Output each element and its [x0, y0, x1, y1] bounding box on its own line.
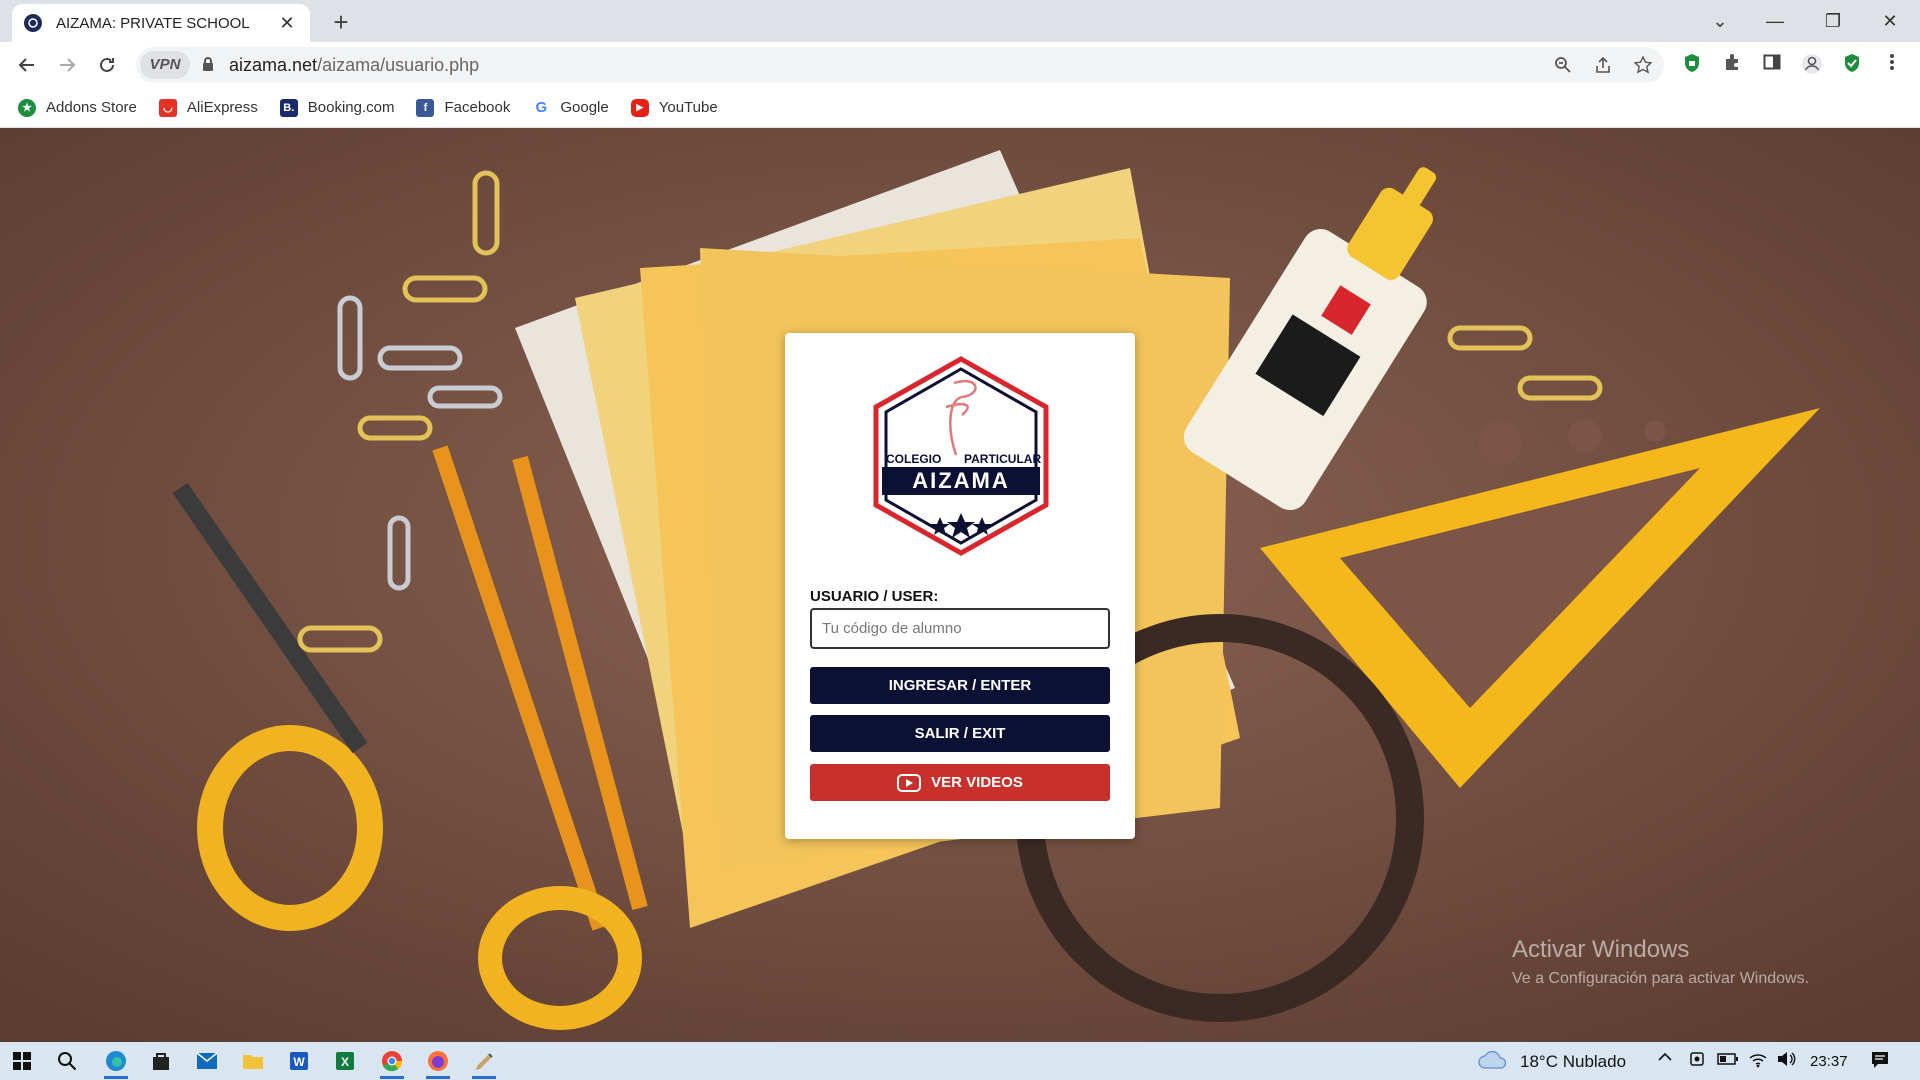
- share-icon[interactable]: [1591, 53, 1615, 77]
- store-icon[interactable]: [147, 1047, 175, 1075]
- restore-button[interactable]: ❐: [1813, 6, 1853, 36]
- exit-button-label: SALIR / EXIT: [914, 725, 1006, 742]
- school-logo: COLEGIO PARTICULAR AIZAMA: [873, 356, 1049, 556]
- bookmark-aliexpress[interactable]: ◡ AliExpress: [158, 98, 258, 117]
- logo-colegio-text: COLEGIO: [886, 452, 941, 466]
- bookmark-booking[interactable]: B. Booking.com: [279, 98, 395, 117]
- bookmark-youtube[interactable]: ▶ YouTube: [630, 98, 718, 117]
- bookmark-addons-store[interactable]: ★ Addons Store: [18, 98, 137, 117]
- page-content: COLEGIO PARTICULAR AIZAMA USUARIO / USER…: [0, 128, 1920, 1042]
- word-icon[interactable]: W: [285, 1047, 313, 1075]
- user-label: USUARIO / USER:: [810, 588, 939, 605]
- taskbar: W X 18°C Nublado 23:37: [0, 1042, 1920, 1080]
- svg-text:W: W: [293, 1055, 305, 1069]
- back-icon[interactable]: [12, 50, 42, 80]
- volume-icon[interactable]: [1776, 1050, 1796, 1073]
- bookmark-label: AliExpress: [186, 99, 258, 116]
- chrome-icon[interactable]: [378, 1047, 406, 1079]
- clock-time[interactable]: 23:37: [1810, 1053, 1848, 1070]
- bookmark-star-icon[interactable]: [1631, 53, 1655, 77]
- bookmark-facebook[interactable]: f Facebook: [416, 98, 511, 117]
- tab-title: AIZAMA: PRIVATE SCHOOL: [56, 14, 250, 32]
- url-host: aizama.net: [229, 55, 318, 75]
- new-tab-button[interactable]: +: [326, 8, 356, 38]
- side-panel-icon[interactable]: [1760, 53, 1784, 77]
- bookmark-label: YouTube: [658, 99, 718, 116]
- logo-aizama-text: AIZAMA: [912, 468, 1010, 493]
- booking-icon: B.: [279, 98, 298, 117]
- activation-title: Activar Windows: [1512, 936, 1690, 963]
- battery-icon[interactable]: [1717, 1051, 1739, 1071]
- file-explorer-icon[interactable]: [239, 1047, 267, 1075]
- windows-activation-watermark: Activar Windows Ve a Configuración para …: [1512, 936, 1809, 988]
- youtube-icon: ▶: [630, 98, 649, 117]
- google-icon: G: [532, 98, 551, 117]
- enter-button-label: INGRESAR / ENTER: [888, 677, 1032, 694]
- bookmark-google[interactable]: G Google: [532, 98, 609, 117]
- tab-search-icon[interactable]: ⌄: [1700, 6, 1740, 36]
- wifi-icon[interactable]: [1748, 1050, 1768, 1073]
- puzzle-icon[interactable]: [1720, 53, 1744, 77]
- chevron-up-icon[interactable]: [1656, 1048, 1674, 1071]
- forward-icon[interactable]: [52, 50, 82, 80]
- meet-now-icon[interactable]: [1688, 1050, 1706, 1073]
- address-bar[interactable]: VPN aizama.net/aizama/usuario.php: [136, 47, 1664, 83]
- firefox-icon[interactable]: [424, 1047, 452, 1079]
- url-text[interactable]: aizama.net/aizama/usuario.php: [229, 55, 479, 76]
- exit-button[interactable]: SALIR / EXIT: [810, 715, 1110, 752]
- addons-icon: ★: [18, 98, 36, 117]
- paint-icon[interactable]: [470, 1047, 498, 1079]
- close-window-button[interactable]: ✕: [1870, 6, 1910, 36]
- tab-strip: AIZAMA: PRIVATE SCHOOL ✕ + ⌄ — ❐ ✕: [0, 0, 1920, 42]
- lock-icon[interactable]: [202, 56, 214, 72]
- logo-particular-text: PARTICULAR: [964, 452, 1041, 466]
- mail-icon[interactable]: [193, 1047, 221, 1075]
- windows-start-icon[interactable]: [8, 1047, 36, 1075]
- login-card: COLEGIO PARTICULAR AIZAMA USUARIO / USER…: [785, 333, 1135, 839]
- facebook-icon: f: [416, 98, 435, 117]
- aliexpress-icon: ◡: [158, 98, 177, 117]
- profile-icon[interactable]: [1800, 53, 1824, 77]
- browser-tab[interactable]: AIZAMA: PRIVATE SCHOOL ✕: [12, 4, 310, 42]
- zoom-icon[interactable]: [1551, 53, 1575, 77]
- bookmark-label: Google: [560, 99, 609, 116]
- bookmark-label: Booking.com: [307, 99, 395, 116]
- menu-kebab-icon[interactable]: [1880, 53, 1904, 77]
- student-code-input[interactable]: [810, 608, 1110, 649]
- svg-text:X: X: [341, 1055, 349, 1069]
- activation-subtitle: Ve a Configuración para activar Windows.: [1512, 970, 1810, 987]
- tab-close-icon[interactable]: ✕: [276, 13, 298, 34]
- video-play-icon: [897, 773, 922, 792]
- shield-extension-icon[interactable]: [1680, 53, 1704, 77]
- browser-toolbar: VPN aizama.net/aizama/usuario.php: [0, 42, 1920, 88]
- enter-button[interactable]: INGRESAR / ENTER: [810, 667, 1110, 704]
- reload-icon[interactable]: [92, 50, 122, 80]
- vpn-badge[interactable]: VPN: [140, 51, 190, 79]
- security-check-icon[interactable]: [1840, 53, 1864, 77]
- weather-text[interactable]: 18°C Nublado: [1520, 1052, 1626, 1072]
- bookmarks-bar: ★ Addons Store ◡ AliExpress B. Booking.c…: [0, 88, 1920, 128]
- bookmark-label: Addons Store: [46, 99, 137, 116]
- site-favicon-icon: [24, 14, 42, 32]
- videos-button-label: VER VIDEOS: [931, 774, 1023, 791]
- url-path: /aizama/usuario.php: [317, 55, 480, 75]
- notifications-icon[interactable]: [1870, 1050, 1890, 1075]
- bookmark-label: Facebook: [444, 99, 511, 116]
- videos-button[interactable]: VER VIDEOS: [810, 764, 1110, 801]
- search-icon[interactable]: [53, 1047, 81, 1075]
- excel-icon[interactable]: X: [331, 1047, 359, 1075]
- edge-icon[interactable]: [102, 1047, 130, 1079]
- cloudy-weather-icon[interactable]: [1478, 1050, 1508, 1075]
- minimize-button[interactable]: —: [1755, 6, 1795, 36]
